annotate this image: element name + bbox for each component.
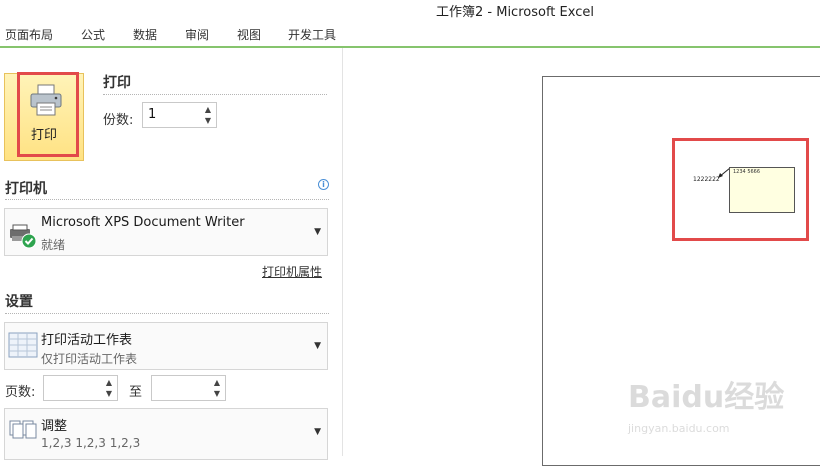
spin-down-icon[interactable]: ▼: [203, 116, 213, 126]
tab-developer[interactable]: 开发工具: [288, 26, 336, 43]
pages-to-label: 至: [129, 385, 143, 400]
highlight-comment-area: [672, 138, 809, 241]
watermark-url: jingyan.baidu.com: [628, 422, 730, 435]
spin-up-icon[interactable]: ▲: [203, 105, 213, 115]
printer-name: Microsoft XPS Document Writer: [41, 215, 245, 230]
title-bar: 工作簿2 - Microsoft Excel: [0, 0, 820, 20]
info-icon[interactable]: i: [318, 179, 329, 190]
dropdown-arrow-icon: ▼: [314, 341, 321, 351]
print-section-title: 打印: [103, 75, 131, 91]
window-title: 工作簿2 - Microsoft Excel: [436, 5, 594, 20]
tab-page-layout[interactable]: 页面布局: [5, 26, 53, 43]
printer-section-divider: [5, 199, 329, 200]
ribbon-tabs: 页面布局 公式 数据 审阅 视图 开发工具: [0, 20, 820, 46]
copies-label: 份数:: [103, 113, 134, 128]
print-scope-sub: 仅打印活动工作表: [41, 352, 138, 366]
tab-formulas[interactable]: 公式: [81, 26, 105, 43]
collate-icon: [9, 420, 37, 439]
pages-label: 页数:: [5, 385, 36, 400]
print-scope-main: 打印活动工作表: [41, 333, 133, 348]
dropdown-arrow-icon: ▼: [314, 427, 321, 437]
tab-review[interactable]: 审阅: [185, 26, 209, 43]
worksheet-icon: [8, 332, 38, 358]
spin-up-icon[interactable]: ▲: [212, 378, 222, 388]
settings-section-title: 设置: [5, 294, 33, 310]
printer-status: 就绪: [41, 238, 66, 252]
baidu-watermark: Baidu经验 jingyan.baidu.com: [628, 368, 784, 438]
tab-view[interactable]: 视图: [237, 26, 261, 43]
printer-dropdown[interactable]: Microsoft XPS Document Writer 就绪 ▼: [4, 208, 328, 256]
highlight-print-button: [17, 72, 79, 157]
pages-from-spinner[interactable]: ▲ ▼: [43, 375, 118, 401]
dropdown-arrow-icon: ▼: [314, 227, 321, 237]
printer-properties-link[interactable]: 打印机属性: [262, 263, 322, 280]
collate-sub: 1,2,3 1,2,3 1,2,3: [41, 436, 141, 450]
tab-data[interactable]: 数据: [133, 26, 157, 43]
collate-main: 调整: [41, 419, 68, 434]
print-section-divider: [103, 94, 327, 95]
collate-dropdown[interactable]: 调整 1,2,3 1,2,3 1,2,3 ▼: [4, 408, 328, 460]
copies-spinner[interactable]: 1 ▲ ▼: [142, 102, 217, 128]
watermark-brand: Baidu经验: [628, 380, 785, 415]
spin-down-icon[interactable]: ▼: [104, 389, 114, 399]
copies-value: 1: [148, 107, 157, 122]
print-scope-dropdown[interactable]: 打印活动工作表 仅打印活动工作表 ▼: [4, 322, 328, 370]
spin-up-icon[interactable]: ▲: [104, 378, 114, 388]
printer-ready-icon: [10, 224, 37, 249]
printer-section-title: 打印机: [5, 181, 47, 197]
settings-section-divider: [5, 313, 329, 314]
spin-down-icon[interactable]: ▼: [212, 389, 222, 399]
pages-to-spinner[interactable]: ▲ ▼: [151, 375, 226, 401]
